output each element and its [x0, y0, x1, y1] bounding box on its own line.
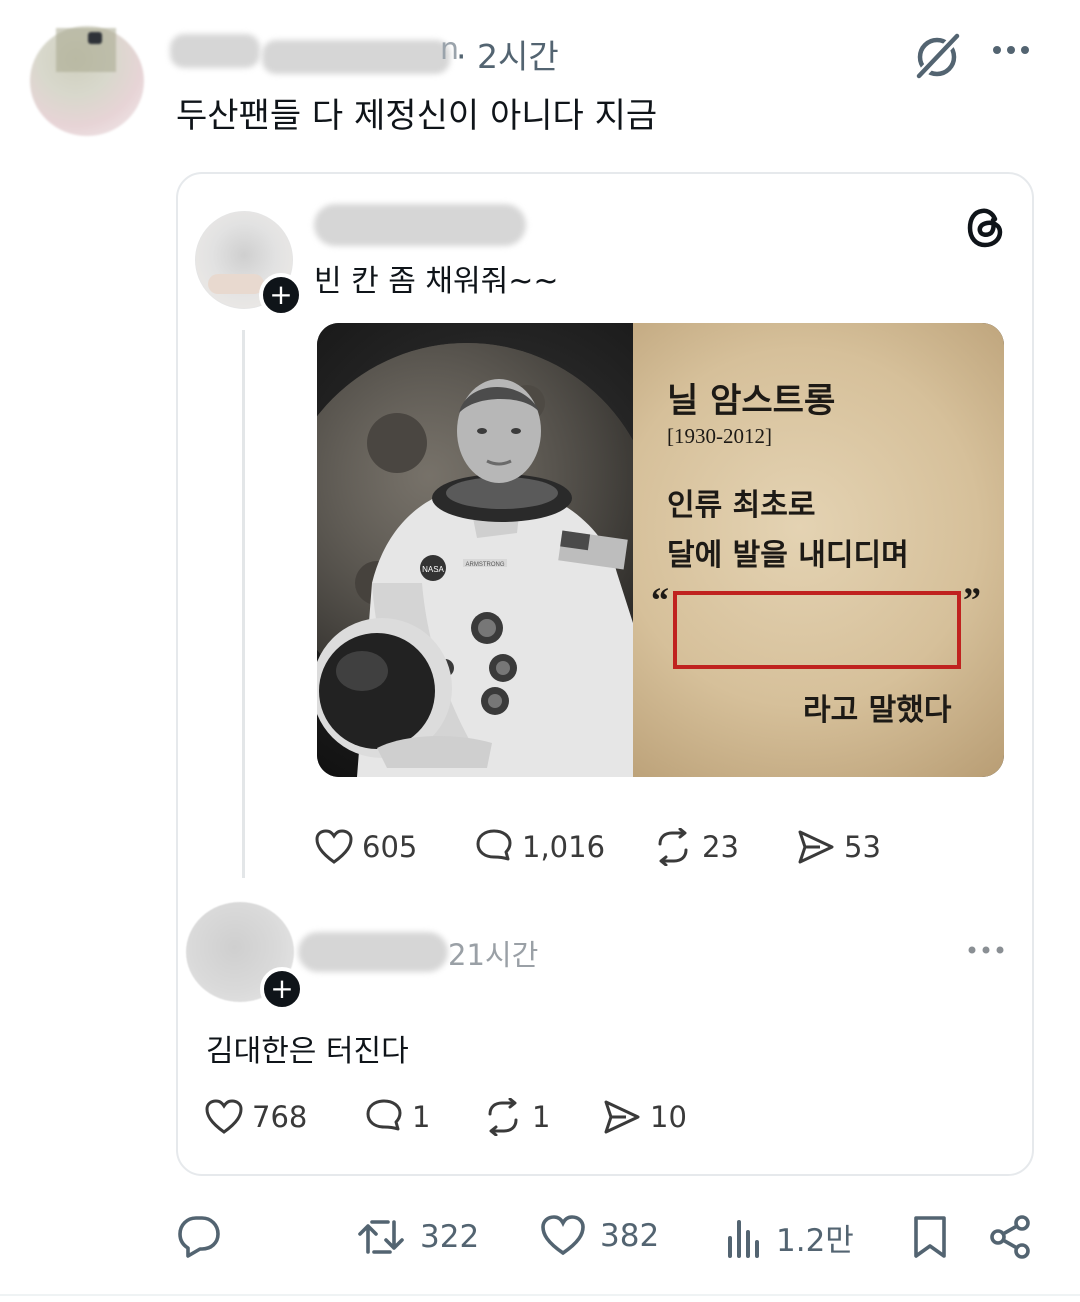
send-icon [604, 1100, 640, 1134]
close-quote-mark: ” [963, 580, 981, 620]
heart-icon [205, 1099, 243, 1134]
author-name-redacted[interactable] [170, 34, 260, 68]
quote-card: 닐 암스트롱 [1930-2012] 인류 최초로 달에 발을 내디디며 “ ”… [633, 323, 1004, 777]
astronaut-photo: NASA ARMSTRONG [317, 323, 657, 777]
reply-like-count: 768 [252, 1100, 308, 1134]
reply-repost-count: 1 [532, 1100, 551, 1134]
threads-repost-button[interactable]: 23 [652, 828, 739, 866]
quote-card-line-2: 달에 발을 내디디며 [667, 538, 909, 573]
bottom-divider [0, 1294, 1080, 1296]
author-handle-redacted[interactable] [262, 40, 450, 74]
share-icon [990, 1215, 1030, 1259]
tweet-text: 두산팬들 다 제정신이 아니다 지금 [176, 96, 658, 136]
repost-icon [488, 1098, 518, 1136]
more-options-icon[interactable] [990, 38, 1032, 62]
threads-repost-count: 23 [702, 830, 739, 864]
views-button[interactable]: 1.2만 [726, 1214, 854, 1260]
grok-icon[interactable] [910, 30, 964, 82]
threads-author-name-redacted [314, 204, 526, 246]
reply-reply-count: 1 [412, 1100, 431, 1134]
follow-plus-icon: + [260, 967, 304, 1011]
like-count: 382 [600, 1218, 660, 1254]
nasa-patch-text: NASA [422, 565, 444, 574]
bookmark-icon [914, 1216, 946, 1258]
tweet-time[interactable]: · 2시간 [456, 30, 559, 78]
send-icon [798, 830, 834, 864]
reply-time: 21시간 [448, 938, 539, 972]
thread-connector-line [242, 330, 245, 878]
reply-button[interactable] [176, 1214, 222, 1260]
threads-share-button[interactable]: 53 [796, 828, 881, 866]
quote-card-line-1: 인류 최초로 [667, 488, 816, 523]
quote-card-title: 닐 암스트롱 [667, 381, 836, 421]
reply-share-count: 10 [650, 1100, 687, 1134]
analytics-icon [728, 1220, 759, 1258]
bookmark-button[interactable] [910, 1214, 950, 1260]
view-count: 1.2만 [776, 1222, 854, 1259]
quote-card-years: [1930-2012] [667, 424, 772, 448]
threads-reply-count: 1,016 [522, 830, 606, 864]
reply-bubble-icon [366, 1099, 402, 1131]
retweet-icon [358, 1220, 404, 1254]
author-avatar[interactable] [30, 26, 144, 136]
repost-icon [658, 828, 688, 866]
reply-like-button[interactable]: 768 [204, 1098, 307, 1136]
reply-text: 김대한은 터진다 [206, 1034, 409, 1069]
retweet-count: 322 [420, 1219, 480, 1255]
like-button[interactable]: 382 [540, 1214, 659, 1258]
quote-card-ending: 라고 말했다 [803, 693, 952, 728]
reply-share-button[interactable]: 10 [602, 1098, 687, 1136]
blank-red-box [673, 591, 961, 669]
name-tag-text: ARMSTRONG [466, 562, 505, 568]
threads-logo-icon [966, 206, 1006, 250]
retweet-button[interactable]: 322 [356, 1214, 479, 1260]
reply-author-name-redacted [298, 932, 448, 972]
reply-bubble-icon [476, 829, 512, 861]
threads-post-text: 빈 칸 좀 채워줘~~ [314, 264, 559, 299]
threads-reply-button[interactable]: 1,016 [474, 828, 605, 866]
post-image: NASA ARMSTRONG 닐 암스트롱 [1930-2012] 인류 최초로… [317, 323, 1004, 777]
comment-icon [178, 1216, 220, 1258]
reply-more-icon [966, 942, 1006, 958]
reply-repost-button[interactable]: 1 [482, 1098, 550, 1136]
reply-reply-button[interactable]: 1 [364, 1098, 430, 1136]
threads-like-count: 605 [362, 830, 418, 864]
heart-icon [541, 1215, 585, 1256]
share-button[interactable] [988, 1214, 1034, 1260]
heart-icon [315, 829, 353, 864]
follow-plus-icon: + [259, 273, 303, 317]
threads-share-count: 53 [844, 830, 881, 864]
open-quote-mark: “ [651, 580, 669, 620]
threads-like-button[interactable]: 605 [314, 828, 417, 866]
